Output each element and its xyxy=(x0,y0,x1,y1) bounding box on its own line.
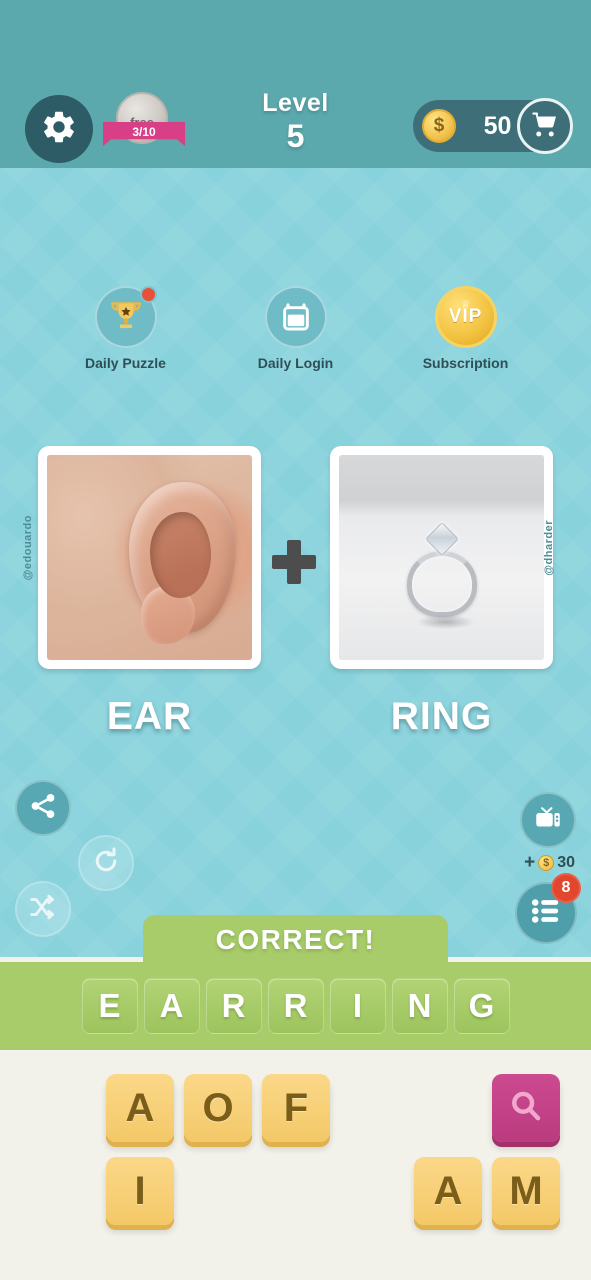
letter-key-a[interactable]: A xyxy=(106,1074,174,1142)
watermark-right: @dharder xyxy=(543,520,555,576)
puzzle-image-card-left[interactable] xyxy=(38,446,261,669)
puzzle-area: Daily Puzzle Daily Login ♕ VIP Subscript… xyxy=(0,168,591,957)
refresh-button[interactable] xyxy=(78,835,134,891)
reward-amount: 30 xyxy=(557,854,575,871)
letter-key-o[interactable]: O xyxy=(184,1074,252,1142)
reward-plus: + xyxy=(524,852,536,873)
search-key-button[interactable] xyxy=(492,1074,560,1142)
letter-key-f[interactable]: F xyxy=(262,1074,330,1142)
answer-tile[interactable]: G xyxy=(453,978,510,1034)
ring-shadow xyxy=(416,614,475,630)
ring-band xyxy=(406,551,477,618)
shuffle-button[interactable] xyxy=(15,881,71,937)
word-label-right: RING xyxy=(390,695,493,738)
diamond-ring-photo xyxy=(339,455,544,660)
share-icon xyxy=(28,791,58,826)
trophy-icon xyxy=(94,286,157,348)
reward-coin-icon: $ xyxy=(538,855,555,871)
answer-slots: EARRING xyxy=(0,962,591,1050)
ring-illustration xyxy=(339,455,544,660)
letter-keyboard: AOFIAM xyxy=(0,1050,591,1280)
coin-icon: $ xyxy=(422,109,456,143)
answer-tile[interactable]: E xyxy=(81,978,138,1034)
ring-stone xyxy=(424,521,459,556)
letter-key-m[interactable]: M xyxy=(492,1157,560,1225)
daily-puzzle-label: Daily Puzzle xyxy=(85,355,166,371)
answer-tile[interactable]: R xyxy=(205,978,262,1034)
refresh-icon xyxy=(91,846,121,881)
watch-video-button[interactable] xyxy=(520,792,576,848)
letter-key-i[interactable]: I xyxy=(106,1157,174,1225)
watermark-left: @edouardo xyxy=(22,515,34,581)
puzzle-image-card-right[interactable] xyxy=(330,446,553,669)
notification-dot xyxy=(139,286,157,303)
ear-photo xyxy=(47,455,252,660)
share-button[interactable] xyxy=(15,780,71,836)
levels-list-badge: 8 xyxy=(551,873,581,903)
word-label-left: EAR xyxy=(106,695,193,738)
subscription-label: Subscription xyxy=(422,355,509,371)
tv-icon xyxy=(533,803,563,838)
vip-coin-icon: ♕ VIP xyxy=(434,286,497,348)
daily-login-button[interactable]: Daily Login xyxy=(228,286,363,371)
daily-login-label: Daily Login xyxy=(257,355,334,371)
daily-puzzle-button[interactable]: Daily Puzzle xyxy=(58,286,193,371)
game-screen: free 3/10 Level 5 $ 50 xyxy=(0,0,591,1280)
answer-tile[interactable]: N xyxy=(391,978,448,1034)
answer-tile[interactable]: A xyxy=(143,978,200,1034)
subscription-button[interactable]: ♕ VIP Subscription xyxy=(398,286,533,371)
feature-shortcuts: Daily Puzzle Daily Login ♕ VIP Subscript… xyxy=(0,286,591,371)
letter-key-a[interactable]: A xyxy=(414,1157,482,1225)
plus-icon xyxy=(272,540,316,584)
shopping-cart-icon xyxy=(530,109,560,144)
video-reward-label: + $ 30 xyxy=(524,852,575,874)
correct-banner-text: CORRECT! xyxy=(215,924,376,955)
magnifier-icon xyxy=(507,1087,545,1130)
shuffle-icon xyxy=(28,892,58,927)
correct-banner: CORRECT! xyxy=(143,915,448,965)
shop-cart-button[interactable] xyxy=(517,98,573,154)
crown-icon: ♕ xyxy=(460,299,471,311)
top-header-bar: free 3/10 Level 5 $ 50 xyxy=(0,0,591,168)
ear-lobe xyxy=(141,586,195,644)
ear-illustration xyxy=(47,455,252,660)
answer-tile[interactable]: R xyxy=(267,978,324,1034)
calendar-icon xyxy=(264,286,327,348)
answer-tile[interactable]: I xyxy=(329,978,386,1034)
